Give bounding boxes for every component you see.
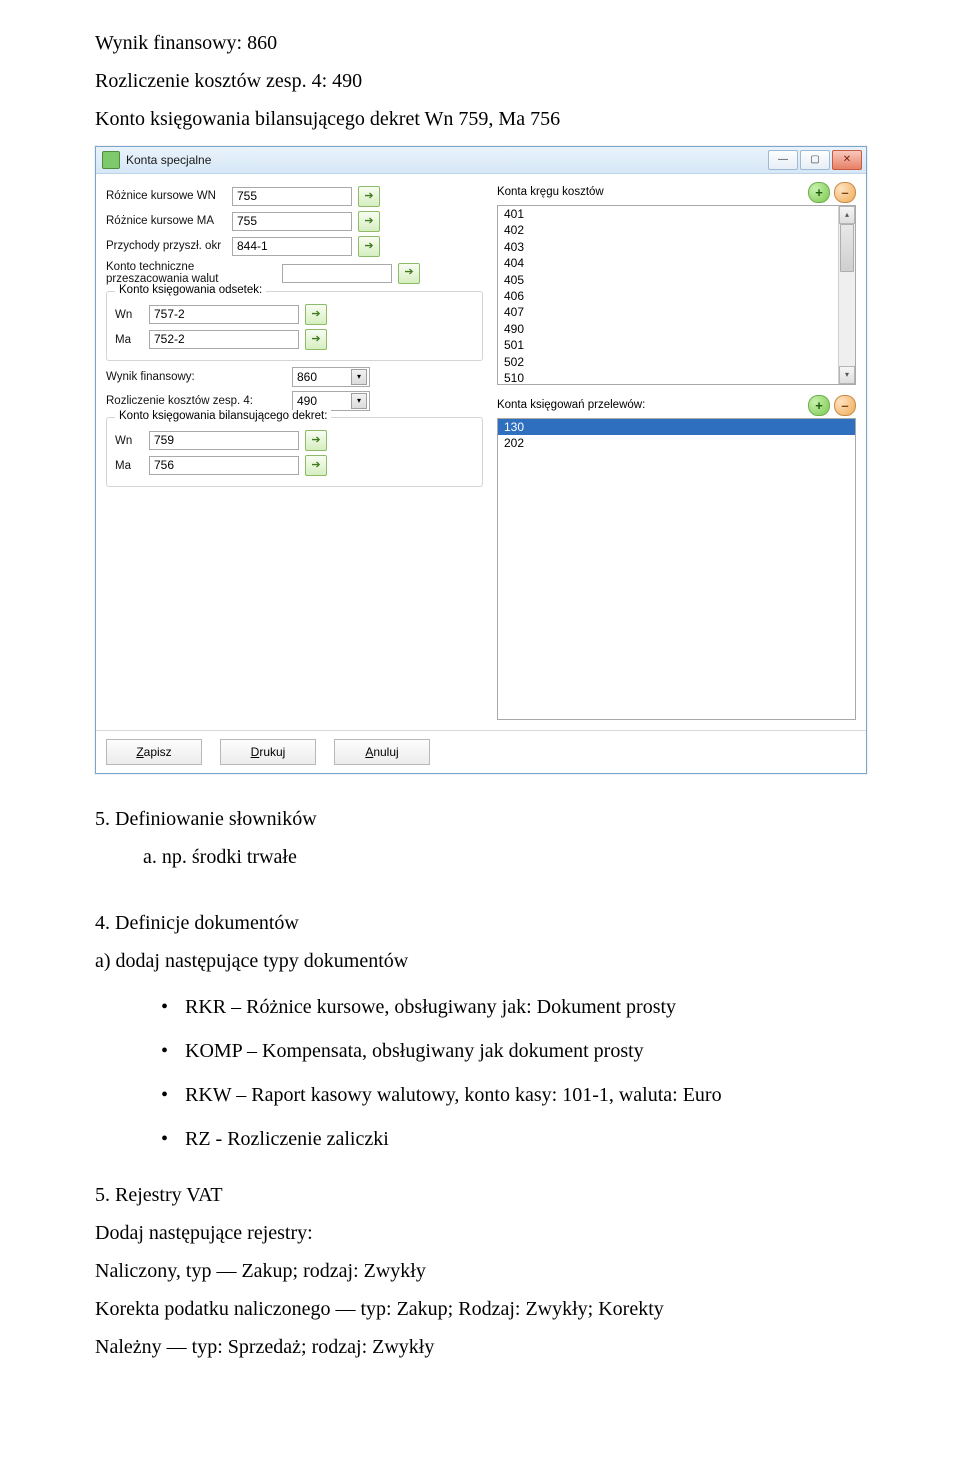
lookup-roznice-ma[interactable]: ➔ (358, 211, 380, 232)
list-item[interactable]: 407 (498, 304, 855, 320)
label-konto-tech: Konto techniczne przeszacowania walut (106, 261, 276, 285)
label-odsetek-ma: Ma (115, 334, 143, 346)
input-roznice-wn[interactable]: 755 (232, 187, 352, 206)
remove-przelewy-button[interactable]: – (834, 395, 856, 416)
list-item: KOMP – Kompensata, obsługiwany jak dokum… (185, 1032, 870, 1070)
rejestr-2: Korekta podatku naliczonego — typ: Zakup… (95, 1290, 870, 1328)
scroll-thumb[interactable] (840, 224, 854, 272)
add-przelewy-button[interactable]: + (808, 395, 830, 416)
group-odsetek: Konto księgowania odsetek: Wn 757-2 ➔ Ma… (106, 291, 483, 361)
label-rozl-koszt: Rozliczenie kosztów zesp. 4: (106, 395, 286, 407)
combo-rozl-value: 490 (297, 394, 317, 408)
list-item[interactable]: 403 (498, 239, 855, 255)
close-button[interactable]: ✕ (832, 150, 862, 170)
app-icon (102, 151, 120, 169)
list-item[interactable]: 402 (498, 222, 855, 238)
lookup-roznice-wn[interactable]: ➔ (358, 186, 380, 207)
bottom-bar: Zapisz Drukuj Anuluj (96, 730, 866, 773)
lookup-konto-tech[interactable]: ➔ (398, 263, 420, 284)
lookup-przychody[interactable]: ➔ (358, 236, 380, 257)
scroll-up-button[interactable]: ▴ (839, 206, 855, 224)
remove-kregu-button[interactable]: – (834, 182, 856, 203)
rejestr-3: Należny — typ: Sprzedaż; rodzaj: Zwykły (95, 1328, 870, 1366)
bullet-list: RKR – Różnice kursowe, obsługiwany jak: … (95, 988, 870, 1158)
btn-rest: nuluj (373, 745, 398, 759)
label-bilans-ma: Ma (115, 460, 143, 472)
sec5-title: 5. Definiowanie słowników (95, 800, 870, 838)
input-odsetek-ma[interactable]: 752-2 (149, 330, 299, 349)
sec4-title: 4. Definicje dokumentów (95, 904, 870, 942)
scrollbar[interactable]: ▴ ▾ (838, 206, 855, 384)
sec4-intro: a) dodaj następujące typy dokumentów (95, 942, 870, 980)
list-item[interactable]: 130 (498, 419, 855, 435)
drukuj-button[interactable]: Drukuj (220, 739, 316, 765)
minimize-button[interactable]: — (768, 150, 798, 170)
lookup-bilans-ma[interactable]: ➔ (305, 455, 327, 476)
input-przychody[interactable]: 844-1 (232, 237, 352, 256)
input-roznice-ma[interactable]: 755 (232, 212, 352, 231)
list-item[interactable]: 401 (498, 206, 855, 222)
group-bilans: Konto księgowania bilansującego dekret: … (106, 417, 483, 487)
btn-rest: rukuj (259, 745, 285, 759)
label-konta-przelewow: Konta księgowań przelewów: (497, 399, 645, 413)
maximize-button[interactable]: ▢ (800, 150, 830, 170)
add-kregu-button[interactable]: + (808, 182, 830, 203)
list-item[interactable]: 404 (498, 255, 855, 271)
chevron-down-icon: ▾ (351, 369, 367, 385)
label-przychody: Przychody przyszł. okr (106, 240, 226, 252)
label-odsetek-wn: Wn (115, 309, 143, 321)
list-konta-kregu[interactable]: 401 402 403 404 405 406 407 490 501 502 … (497, 205, 856, 385)
label-roznice-ma: Różnice kursowe MA (106, 215, 226, 227)
legend-odsetek: Konto księgowania odsetek: (115, 284, 266, 298)
list-item[interactable]: 502 (498, 354, 855, 370)
list-item[interactable]: 501 (498, 337, 855, 353)
right-column: Konta kręgu kosztów + – 401 402 403 404 … (497, 182, 856, 720)
window-title: Konta specjalne (126, 153, 768, 167)
list-item[interactable]: 202 (498, 435, 855, 451)
list-item: RKW – Raport kasowy walutowy, konto kasy… (185, 1076, 870, 1114)
label-roznice-wn: Różnice kursowe WN (106, 190, 226, 202)
list-item[interactable]: 510 (498, 370, 855, 385)
lookup-odsetek-ma[interactable]: ➔ (305, 329, 327, 350)
combo-wynik[interactable]: 860 ▾ (292, 367, 370, 387)
list-item[interactable]: 405 (498, 272, 855, 288)
btn-prefix: D (251, 745, 260, 759)
sec5b-intro: Dodaj następujące rejestry: (95, 1214, 870, 1252)
left-column: Różnice kursowe WN 755 ➔ Różnice kursowe… (106, 182, 483, 720)
line-rozliczenie: Rozliczenie kosztów zesp. 4: 490 (95, 62, 870, 100)
list-przelewy[interactable]: 130 202 (497, 418, 856, 720)
line-konto-bilans: Konto księgowania bilansującego dekret W… (95, 100, 870, 138)
list-item[interactable]: 490 (498, 321, 855, 337)
app-window: Konta specjalne — ▢ ✕ Różnice kursowe WN… (95, 146, 867, 774)
chevron-down-icon: ▾ (351, 393, 367, 409)
rejestr-1: Naliczony, typ — Zakup; rodzaj: Zwykły (95, 1252, 870, 1290)
list-item: RKR – Różnice kursowe, obsługiwany jak: … (185, 988, 870, 1026)
lookup-bilans-wn[interactable]: ➔ (305, 430, 327, 451)
list-item: RZ - Rozliczenie zaliczki (185, 1120, 870, 1158)
btn-prefix: Z (136, 745, 143, 759)
sec5-item-a: a. np. środki trwałe (95, 838, 870, 876)
input-odsetek-wn[interactable]: 757-2 (149, 305, 299, 324)
btn-rest: apisz (144, 745, 172, 759)
legend-bilans: Konto księgowania bilansującego dekret: (115, 410, 331, 424)
line-wynik: Wynik finansowy: 860 (95, 24, 870, 62)
input-bilans-wn[interactable]: 759 (149, 431, 299, 450)
label-wynik: Wynik finansowy: (106, 371, 286, 383)
input-konto-tech[interactable] (282, 264, 392, 283)
titlebar: Konta specjalne — ▢ ✕ (96, 147, 866, 174)
zapisz-button[interactable]: Zapisz (106, 739, 202, 765)
label-bilans-wn: Wn (115, 435, 143, 447)
sec5b-title: 5. Rejestry VAT (95, 1176, 870, 1214)
scroll-down-button[interactable]: ▾ (839, 366, 855, 384)
label-konta-kregu: Konta kręgu kosztów (497, 186, 604, 200)
combo-wynik-value: 860 (297, 370, 317, 384)
input-bilans-ma[interactable]: 756 (149, 456, 299, 475)
list-item[interactable]: 406 (498, 288, 855, 304)
lookup-odsetek-wn[interactable]: ➔ (305, 304, 327, 325)
combo-rozl-koszt[interactable]: 490 ▾ (292, 391, 370, 411)
btn-prefix: A (365, 745, 373, 759)
anuluj-button[interactable]: Anuluj (334, 739, 430, 765)
